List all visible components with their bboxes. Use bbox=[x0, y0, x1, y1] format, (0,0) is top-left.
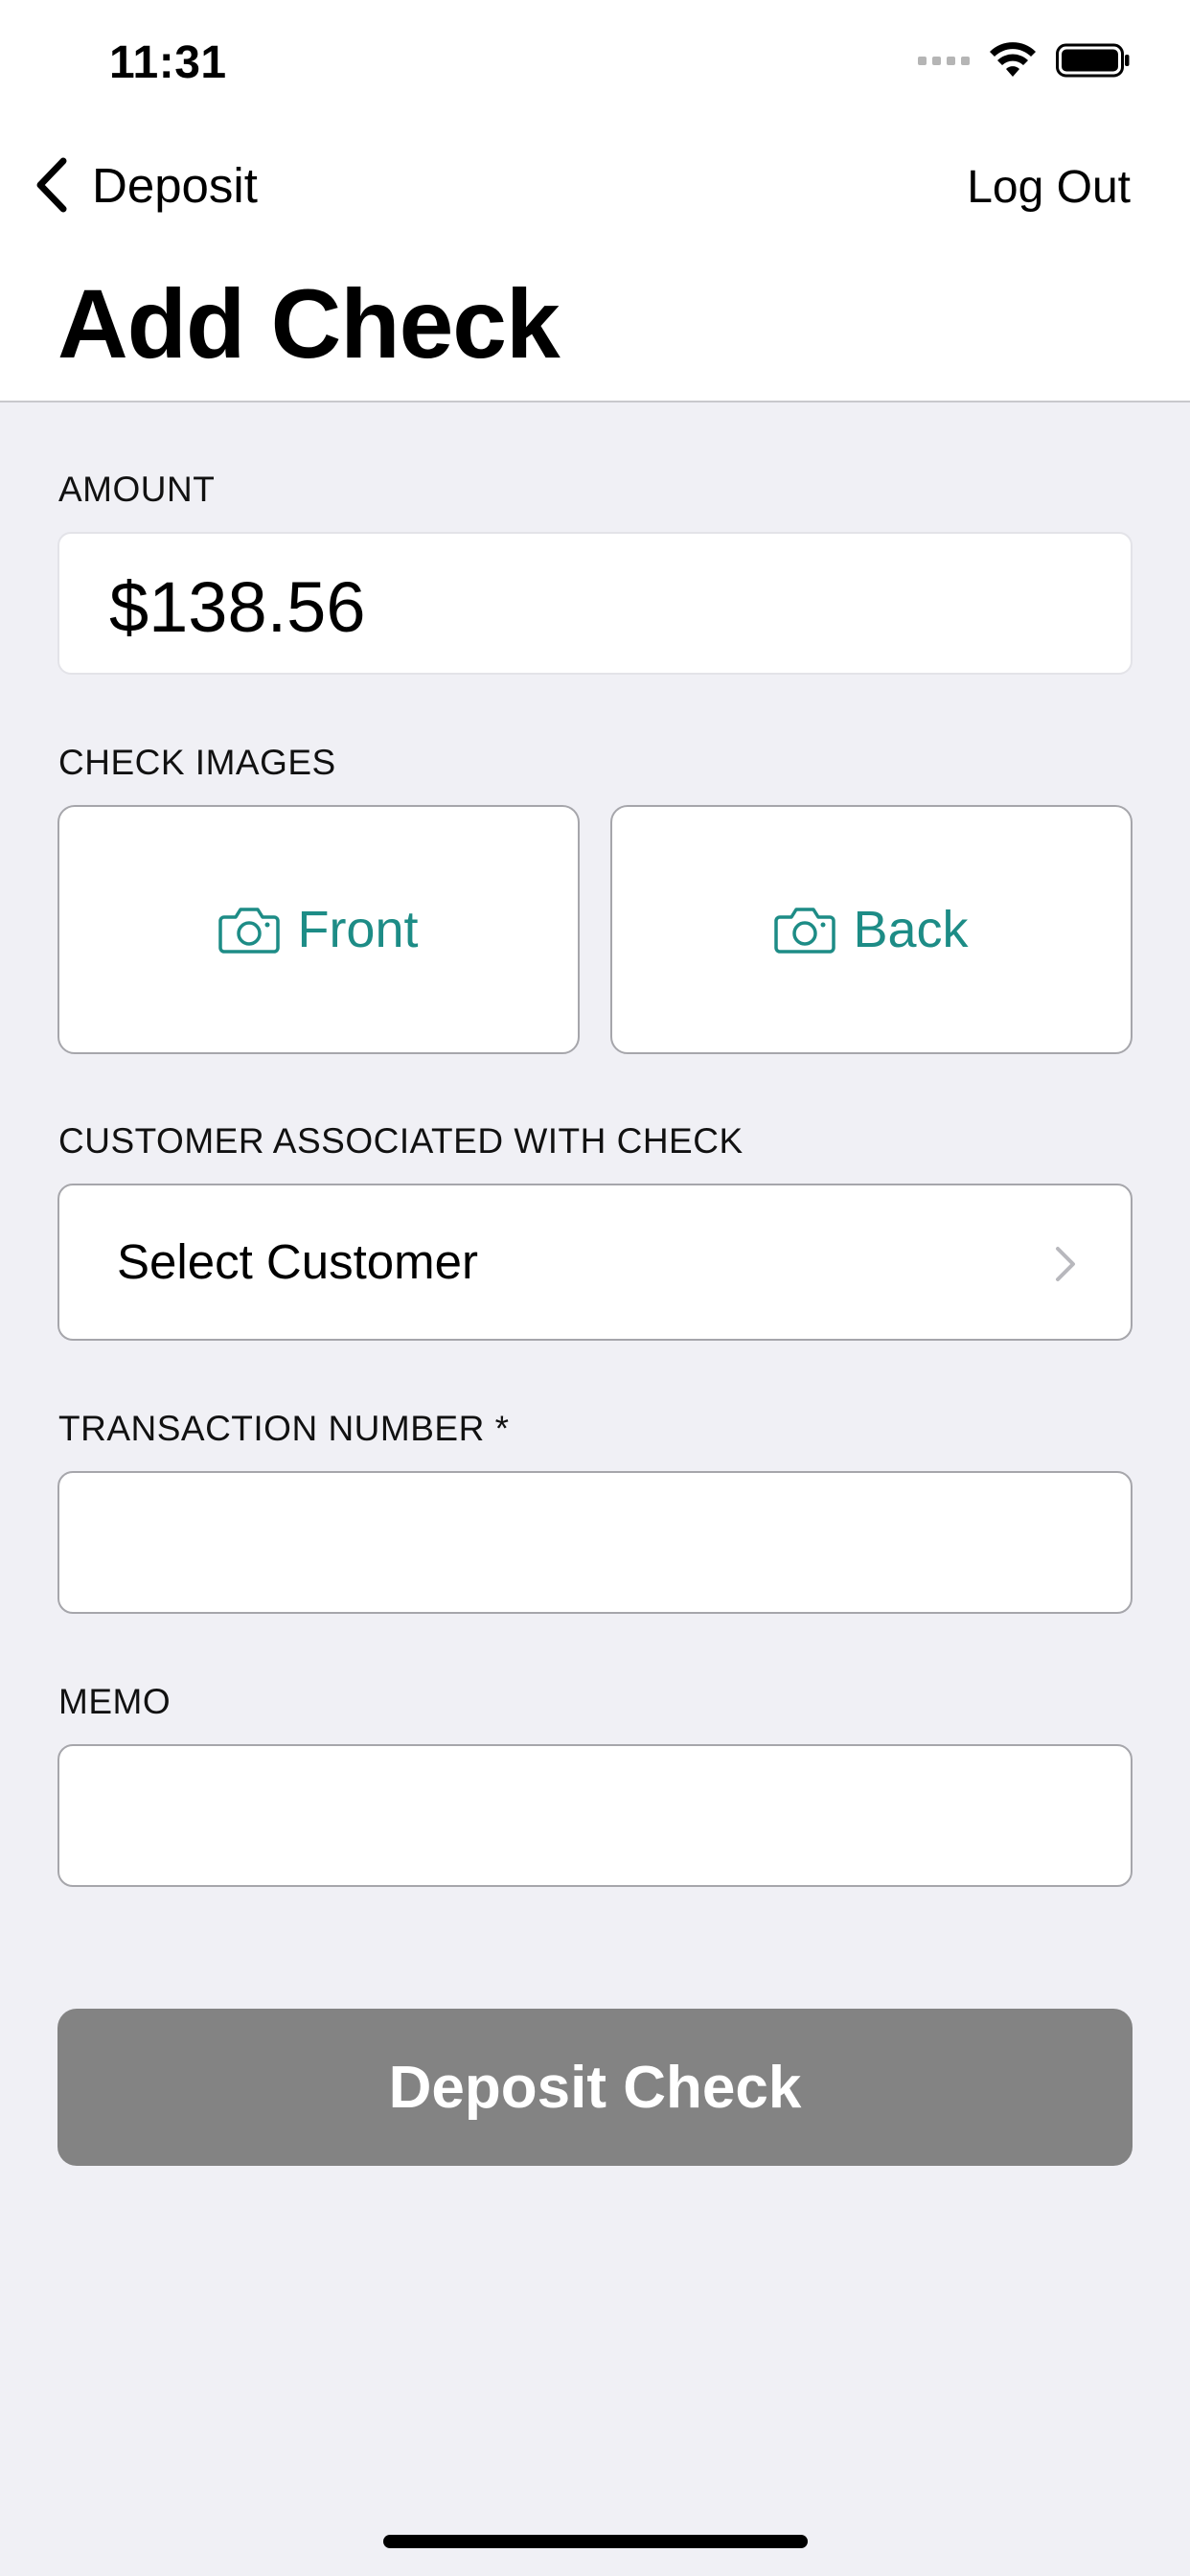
home-indicator bbox=[383, 2535, 808, 2548]
customer-label: CUSTOMER ASSOCIATED WITH CHECK bbox=[58, 1121, 744, 1161]
select-customer-button[interactable]: Select Customer bbox=[57, 1184, 1133, 1341]
front-image-button[interactable]: Front bbox=[57, 805, 580, 1054]
page-title: Add Check bbox=[57, 269, 561, 379]
memo-field-box bbox=[57, 1744, 1133, 1887]
memo-label: MEMO bbox=[58, 1682, 172, 1721]
status-time: 11:31 bbox=[109, 37, 227, 88]
amount-field[interactable]: $138.56 bbox=[57, 532, 1133, 675]
camera-icon bbox=[774, 908, 836, 954]
header-area: 11:31 Deposit Log Out Add Check bbox=[0, 0, 1190, 402]
transaction-number-label: TRANSACTION NUMBER * bbox=[58, 1409, 510, 1448]
camera-icon bbox=[218, 908, 281, 954]
memo-input[interactable] bbox=[59, 1746, 1131, 1885]
front-label: Front bbox=[297, 901, 419, 958]
select-customer-text: Select Customer bbox=[117, 1234, 478, 1289]
back-label-text: Back bbox=[853, 901, 969, 958]
battery-icon bbox=[1056, 43, 1130, 78]
transaction-number-field-box bbox=[57, 1471, 1133, 1614]
chevron-left-icon bbox=[36, 157, 67, 213]
signal-icon bbox=[918, 56, 970, 65]
back-image-button[interactable]: Back bbox=[610, 805, 1133, 1054]
back-button[interactable]: Deposit bbox=[33, 155, 258, 215]
amount-label: AMOUNT bbox=[58, 470, 216, 509]
transaction-number-input[interactable] bbox=[59, 1473, 1131, 1612]
status-icons bbox=[918, 42, 1131, 79]
amount-value: $138.56 bbox=[109, 567, 366, 647]
deposit-check-button[interactable]: Deposit Check bbox=[57, 2009, 1133, 2166]
logout-button[interactable]: Log Out bbox=[967, 161, 1131, 214]
back-label: Deposit bbox=[92, 157, 258, 213]
check-images-label: CHECK IMAGES bbox=[58, 743, 336, 782]
chevron-right-icon bbox=[1056, 1247, 1075, 1281]
wifi-icon bbox=[990, 42, 1036, 77]
